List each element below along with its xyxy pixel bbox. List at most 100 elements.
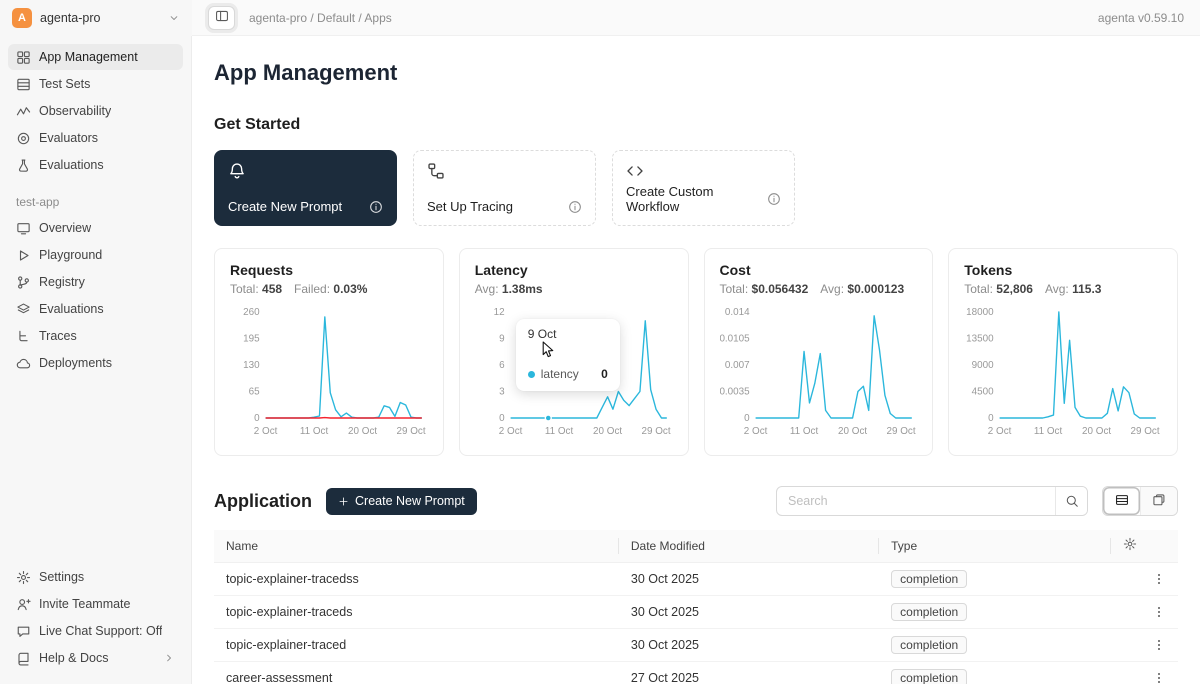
- sidebar-item-playground[interactable]: Playground: [8, 242, 183, 268]
- series-dot-icon: [528, 371, 535, 378]
- card-view-button[interactable]: [1140, 487, 1177, 515]
- row-menu-button[interactable]: [1152, 638, 1166, 652]
- sidebar-item-app-management[interactable]: App Management: [8, 44, 183, 70]
- card-view-icon: [1152, 493, 1166, 510]
- date-modified-cell: 27 Oct 2025: [619, 661, 879, 684]
- svg-text:12: 12: [493, 307, 504, 318]
- metric-stat: Avg: $0.000123: [820, 282, 904, 296]
- app-name-cell[interactable]: topic-explainer-traceds: [214, 595, 619, 628]
- metric-title: Tokens: [964, 262, 1162, 278]
- get-started-card-set-up-tracing[interactable]: Set Up Tracing: [413, 150, 596, 226]
- sidebar-item-live-chat-support-off[interactable]: Live Chat Support: Off: [8, 618, 183, 644]
- svg-text:0: 0: [744, 413, 750, 424]
- table-settings-button[interactable]: [1111, 530, 1179, 562]
- metric-card-cost: CostTotal: $0.056432Avg: $0.00012300.003…: [704, 248, 934, 456]
- row-menu-button[interactable]: [1152, 671, 1166, 684]
- sidebar-item-label: Traces: [39, 329, 77, 343]
- get-started-heading: Get Started: [214, 116, 1178, 134]
- create-new-prompt-button[interactable]: Create New Prompt: [326, 488, 477, 515]
- sidebar-item-settings[interactable]: Settings: [8, 564, 183, 590]
- application-heading: Application: [214, 491, 312, 512]
- sidebar-item-observability[interactable]: Observability: [8, 98, 183, 124]
- sidebar-item-label: Help & Docs: [39, 651, 108, 665]
- svg-text:11 Oct: 11 Oct: [545, 426, 574, 437]
- svg-text:20 Oct: 20 Oct: [1082, 426, 1111, 437]
- sidebar-item-help-docs[interactable]: Help & Docs: [8, 645, 183, 671]
- type-badge: completion: [891, 570, 967, 588]
- info-icon[interactable]: [369, 200, 383, 214]
- search-input[interactable]: [777, 494, 1055, 508]
- grid-icon: [16, 50, 31, 65]
- svg-text:20 Oct: 20 Oct: [348, 426, 377, 437]
- svg-text:130: 130: [243, 360, 260, 371]
- date-modified-cell: 30 Oct 2025: [619, 628, 879, 661]
- sidebar-item-label: Overview: [39, 221, 91, 235]
- view-toggle: [1102, 486, 1178, 516]
- search-icon[interactable]: [1055, 487, 1087, 515]
- app-root: A agenta-pro agenta-pro / Default / Apps…: [0, 0, 1200, 684]
- chart-tooltip: 9 Octlatency0: [516, 319, 620, 391]
- metric-title: Latency: [475, 262, 673, 278]
- sidebar-item-deployments[interactable]: Deployments: [8, 350, 183, 376]
- table-row[interactable]: career-assessment27 Oct 2025completion: [214, 661, 1178, 684]
- app-name-cell[interactable]: topic-explainer-traced: [214, 628, 619, 661]
- chart-tokens: 04500900013500180002 Oct11 Oct20 Oct29 O…: [964, 304, 1162, 445]
- bell-icon: [228, 162, 383, 180]
- sidebar-item-registry[interactable]: Registry: [8, 269, 183, 295]
- sidebar-item-evaluators[interactable]: Evaluators: [8, 125, 183, 151]
- sidebar-bottom-nav: SettingsInvite TeammateLive Chat Support…: [8, 564, 183, 672]
- sidebar-item-invite-teammate[interactable]: Invite Teammate: [8, 591, 183, 617]
- sidebar-item-test-sets[interactable]: Test Sets: [8, 71, 183, 97]
- info-icon[interactable]: [767, 192, 781, 206]
- get-started-cards: Create New PromptSet Up TracingCreate Cu…: [214, 150, 1178, 226]
- metric-stat: Total: 52,806: [964, 282, 1033, 296]
- table-row[interactable]: topic-explainer-traceds30 Oct 2025comple…: [214, 595, 1178, 628]
- metric-cards: RequestsTotal: 458Failed: 0.03%065130195…: [214, 248, 1178, 456]
- table-view-icon: [1115, 493, 1129, 510]
- create-button-label: Create New Prompt: [355, 494, 465, 508]
- svg-text:4500: 4500: [972, 386, 994, 397]
- info-icon[interactable]: [568, 200, 582, 214]
- metric-card-tokens: TokensTotal: 52,806Avg: 115.304500900013…: [948, 248, 1178, 456]
- play-icon: [16, 248, 31, 263]
- sidebar-item-evaluations[interactable]: Evaluations: [8, 152, 183, 178]
- row-menu-button[interactable]: [1152, 605, 1166, 619]
- table-row[interactable]: topic-explainer-traced30 Oct 2025complet…: [214, 628, 1178, 661]
- svg-text:20 Oct: 20 Oct: [838, 426, 867, 437]
- tree-icon: [16, 329, 31, 344]
- tooltip-value: 0: [601, 367, 608, 381]
- metric-stat: Avg: 115.3: [1045, 282, 1102, 296]
- type-cell: completion: [879, 562, 1110, 595]
- metric-stats: Total: 52,806 Avg: 115.3: [964, 282, 1162, 296]
- topbar: agenta-pro / Default / Apps agenta v0.59…: [192, 0, 1200, 36]
- column-header-name: Name: [214, 530, 619, 562]
- table-view-button[interactable]: [1103, 487, 1140, 515]
- workspace-selector[interactable]: A agenta-pro: [0, 0, 192, 36]
- metric-stats: Avg: 1.38ms: [475, 282, 673, 296]
- app-name-cell[interactable]: career-assessment: [214, 661, 619, 684]
- svg-text:260: 260: [243, 307, 260, 318]
- app-name-cell[interactable]: topic-explainer-tracedss: [214, 562, 619, 595]
- svg-text:3: 3: [499, 386, 505, 397]
- row-menu-button[interactable]: [1152, 572, 1166, 586]
- main-content: App Management Get Started Create New Pr…: [192, 36, 1200, 684]
- chevron-right-icon: [163, 652, 175, 664]
- table-row[interactable]: topic-explainer-tracedss30 Oct 2025compl…: [214, 562, 1178, 595]
- svg-text:9000: 9000: [972, 360, 994, 371]
- sidebar-item-traces[interactable]: Traces: [8, 323, 183, 349]
- monitor-icon: [16, 221, 31, 236]
- sidebar-item-overview[interactable]: Overview: [8, 215, 183, 241]
- sidebar-item-evaluations[interactable]: Evaluations: [8, 296, 183, 322]
- get-started-card-create-custom-workflow[interactable]: Create Custom Workflow: [612, 150, 795, 226]
- chat-icon: [16, 624, 31, 639]
- applications-table: NameDate ModifiedType topic-explainer-tr…: [214, 530, 1178, 684]
- svg-text:11 Oct: 11 Oct: [300, 426, 329, 437]
- sidebar-toggle-button[interactable]: [208, 6, 235, 30]
- metric-stat: Total: 458: [230, 282, 282, 296]
- svg-text:0: 0: [499, 413, 505, 424]
- svg-text:20 Oct: 20 Oct: [593, 426, 622, 437]
- get-started-card-create-new-prompt[interactable]: Create New Prompt: [214, 150, 397, 226]
- column-header-date-modified: Date Modified: [619, 530, 879, 562]
- workspace-name: agenta-pro: [40, 11, 100, 25]
- svg-text:29 Oct: 29 Oct: [396, 426, 425, 437]
